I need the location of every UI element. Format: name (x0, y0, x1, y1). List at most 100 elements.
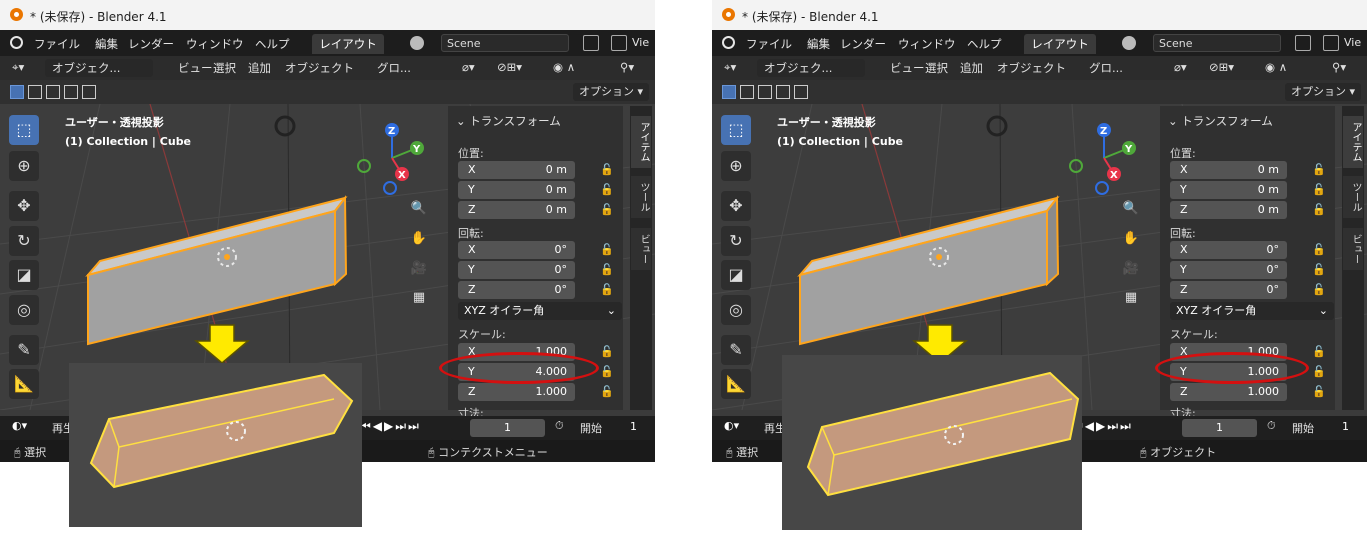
options-button[interactable]: オプション ▾ (1285, 83, 1361, 101)
camera-icon[interactable]: 🎥 (408, 258, 430, 280)
blender-menu-icon[interactable] (722, 36, 735, 49)
snap-icon[interactable]: ⊘⊞▾ (1209, 60, 1234, 74)
tab-tool[interactable]: ツール (631, 176, 651, 218)
tab-view[interactable]: ビュー (1343, 228, 1363, 270)
lock-icon[interactable]: 🔓 (600, 203, 614, 216)
rotate-tool-icon[interactable]: ↻ (721, 226, 751, 256)
rotation-mode-dropdown[interactable]: XYZ オイラー角 ⌄ (1170, 302, 1334, 320)
location-x-field[interactable]: X0 m (458, 161, 575, 179)
rotation-x-field[interactable]: X 0° (1170, 241, 1287, 259)
transform-tool-icon[interactable]: ◎ (9, 295, 39, 325)
menu-file[interactable]: ファイル (34, 36, 80, 52)
menu-file[interactable]: ファイル (746, 36, 792, 52)
options-button[interactable]: オプション ▾ (573, 83, 649, 101)
select-invert-icon[interactable] (64, 85, 78, 99)
menu-help[interactable]: ヘルプ (967, 36, 1002, 52)
blender-menu-icon[interactable] (10, 36, 23, 49)
transform-orientation[interactable]: グロ... (1089, 60, 1123, 76)
select-intersect-icon[interactable] (82, 85, 96, 99)
lock-icon[interactable]: 🔓 (1312, 243, 1326, 256)
menu-select[interactable]: 選択 (925, 60, 948, 76)
lock-icon[interactable]: 🔓 (600, 243, 614, 256)
view-layer-icon[interactable] (1323, 35, 1339, 51)
select-invert-icon[interactable] (776, 85, 790, 99)
tab-tool[interactable]: ツール (1343, 176, 1363, 218)
lock-icon[interactable]: 🔓 (600, 163, 614, 176)
tab-item[interactable]: アイテム (1343, 116, 1363, 168)
move-tool-icon[interactable]: ✥ (9, 191, 39, 221)
snap-icon[interactable]: ⊘⊞▾ (497, 60, 522, 74)
start-frame-value[interactable]: 1 (1342, 420, 1349, 433)
scale-tool-icon[interactable]: ◪ (9, 260, 39, 290)
proportional-edit-icon[interactable]: ◉ ∧ (553, 60, 575, 74)
current-frame-field[interactable]: 1 (1182, 419, 1257, 437)
lock-icon[interactable]: 🔓 (1312, 163, 1326, 176)
scene-selector[interactable]: Scene (441, 34, 569, 52)
menu-window[interactable]: ウィンドウ (186, 36, 244, 52)
cursor-tool-icon[interactable]: ⊕ (9, 151, 39, 181)
scale-z-field[interactable]: Z 1.000 (458, 383, 575, 401)
menu-add[interactable]: 追加 (960, 60, 983, 76)
select-extend-icon[interactable] (28, 85, 42, 99)
annotate-tool-icon[interactable]: ✎ (9, 335, 39, 365)
lock-icon[interactable]: 🔓 (1312, 345, 1326, 358)
start-frame-value[interactable]: 1 (630, 420, 637, 433)
scene-icon[interactable] (410, 36, 424, 50)
lock-icon[interactable]: 🔓 (1312, 183, 1326, 196)
lock-icon[interactable]: 🔓 (600, 263, 614, 276)
transform-tool-icon[interactable]: ◎ (721, 295, 751, 325)
location-x-field[interactable]: X0 m (1170, 161, 1287, 179)
scale-tool-icon[interactable]: ◪ (721, 260, 751, 290)
tab-view[interactable]: ビュー (631, 228, 651, 270)
menu-render[interactable]: レンダー (128, 36, 174, 52)
view-layer-label[interactable]: Vie (632, 36, 649, 49)
scene-icon[interactable] (1122, 36, 1136, 50)
perspective-grid-icon[interactable]: ▦ (1120, 287, 1142, 309)
menu-object[interactable]: オブジェクト (285, 60, 354, 76)
mode-selector[interactable]: オブジェク... (764, 60, 832, 76)
location-y-field[interactable]: Y0 m (1170, 181, 1287, 199)
stopwatch-icon[interactable]: ⏱ (1267, 419, 1276, 433)
rotation-z-field[interactable]: Z 0° (1170, 281, 1287, 299)
select-new-icon[interactable] (10, 85, 24, 99)
measure-tool-icon[interactable]: 📐 (9, 369, 39, 399)
visibility-icon[interactable]: ⚲▾ (1332, 60, 1346, 74)
lock-icon[interactable]: 🔓 (600, 345, 614, 358)
select-new-icon[interactable] (722, 85, 736, 99)
rotation-mode-dropdown[interactable]: XYZ オイラー角 ⌄ (458, 302, 622, 320)
mode-selector[interactable]: オブジェク... (52, 60, 120, 76)
menu-object[interactable]: オブジェクト (997, 60, 1066, 76)
timeline-editor-icon[interactable]: ◐▾ (724, 419, 739, 432)
rotation-x-field[interactable]: X 0° (458, 241, 575, 259)
playback-controls-icon[interactable]: ⏮◀▶⏭⏭ (360, 419, 421, 434)
lock-icon[interactable]: 🔓 (1312, 283, 1326, 296)
editor-type-icon[interactable]: ⌖▾ (724, 60, 736, 75)
select-subtract-icon[interactable] (46, 85, 60, 99)
new-scene-icon[interactable] (1295, 35, 1311, 51)
transform-section-header[interactable]: ⌄ トランスフォーム (456, 113, 561, 129)
timeline-editor-icon[interactable]: ◐▾ (12, 419, 27, 432)
stopwatch-icon[interactable]: ⏱ (555, 419, 564, 433)
tab-item[interactable]: アイテム (631, 116, 651, 168)
pivot-icon[interactable]: ⌀▾ (1174, 60, 1187, 74)
select-extend-icon[interactable] (740, 85, 754, 99)
menu-edit[interactable]: 編集 (95, 36, 118, 52)
rotate-tool-icon[interactable]: ↻ (9, 226, 39, 256)
transform-orientation[interactable]: グロ... (377, 60, 411, 76)
navigation-gizmo[interactable]: Z Y X (1064, 116, 1144, 196)
editor-type-icon[interactable]: ⌖▾ (12, 60, 24, 75)
rotation-z-field[interactable]: Z 0° (458, 281, 575, 299)
perspective-grid-icon[interactable]: ▦ (408, 287, 430, 309)
select-subtract-icon[interactable] (758, 85, 772, 99)
scene-selector[interactable]: Scene (1153, 34, 1281, 52)
menu-view[interactable]: ビュー (178, 60, 213, 76)
location-z-field[interactable]: Z0 m (1170, 201, 1287, 219)
menu-view[interactable]: ビュー (890, 60, 925, 76)
visibility-icon[interactable]: ⚲▾ (620, 60, 634, 74)
workspace-tab-layout[interactable]: レイアウト (1024, 34, 1096, 54)
camera-icon[interactable]: 🎥 (1120, 258, 1142, 280)
lock-icon[interactable]: 🔓 (600, 183, 614, 196)
proportional-edit-icon[interactable]: ◉ ∧ (1265, 60, 1287, 74)
rotation-y-field[interactable]: Y 0° (458, 261, 575, 279)
lock-icon[interactable]: 🔓 (600, 385, 614, 398)
